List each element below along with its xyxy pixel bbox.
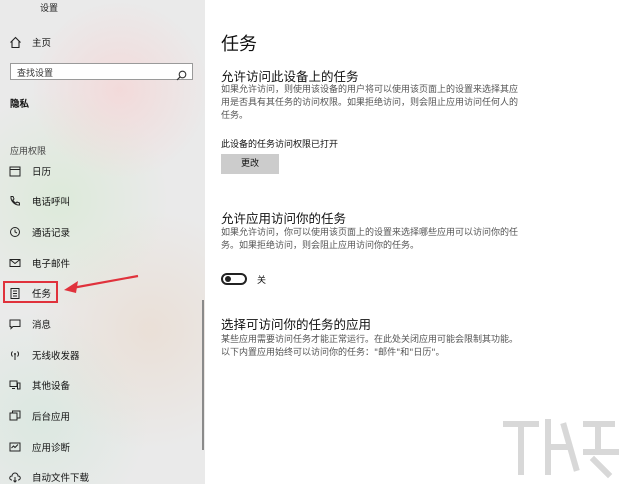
background-apps-icon [8,409,22,423]
cloud-download-icon [8,470,22,484]
sidebar-item-label: 日历 [32,167,52,178]
group-label-app-permissions: 应用权限 [10,147,47,157]
sidebar: 设置 主页 查找设置 隐私 应用权限 日历 电话呼叫 通话记录 电子邮件 任务 … [0,0,205,484]
home-icon [8,35,22,49]
history-icon [8,225,22,239]
sidebar-item-auto-file-downloads[interactable]: 自动文件下载 [0,464,205,484]
diagnostics-icon [8,440,22,454]
sidebar-item-label: 后台应用 [32,412,71,423]
calendar-icon [8,164,22,178]
sidebar-item-messaging[interactable]: 消息 [0,311,205,337]
sidebar-item-call-history[interactable]: 通话记录 [0,219,205,245]
sidebar-item-label: 通话记录 [32,228,71,239]
section-desc-app-access: 如果允许访问，你可以使用该页面上的设置来选择哪些应用可以访问你的任务。如果拒绝访… [221,228,519,251]
sidebar-home-label: 主页 [32,38,52,49]
sidebar-item-label: 应用诊断 [32,443,71,454]
page-title: 任务 [221,34,257,55]
toggle-knob [225,276,231,282]
phone-icon [8,194,22,208]
sidebar-item-app-diagnostics[interactable]: 应用诊断 [0,434,205,460]
sidebar-item-label: 电子邮件 [32,259,71,270]
sidebar-home[interactable]: 主页 [0,29,205,55]
section-title-privacy: 隐私 [10,99,30,110]
search-placeholder: 查找设置 [17,69,54,79]
sidebar-item-label: 其他设备 [32,381,71,392]
change-button[interactable]: 更改 [221,154,279,174]
search-icon[interactable] [176,66,187,85]
section-heading-device-access: 允许访问此设备上的任务 [221,69,359,84]
sidebar-item-calendar[interactable]: 日历 [0,158,205,184]
sidebar-item-label: 自动文件下载 [32,473,90,484]
section-desc-choose-apps: 某些应用需要访问任务才能正常运行。在此处关闭应用可能会限制其功能。以下内置应用始… [221,335,519,358]
sidebar-item-phone[interactable]: 电话呼叫 [0,188,205,214]
section-desc-device-access: 如果允许访问，则使用该设备的用户将可以使用该页面上的设置来选择其应用是否具有其任… [221,85,519,121]
annotation-highlight-box [3,281,58,303]
section-heading-choose-apps: 选择可访问你的任务的应用 [221,317,372,332]
sidebar-item-label: 消息 [32,320,52,331]
app-access-toggle[interactable] [221,273,247,285]
search-input[interactable]: 查找设置 [10,63,193,81]
app-access-toggle-label: 关 [257,276,267,286]
sidebar-item-label: 无线收发器 [32,351,80,362]
sidebar-item-other-devices[interactable]: 其他设备 [0,372,205,398]
sidebar-item-background-apps[interactable]: 后台应用 [0,403,205,429]
sidebar-item-email[interactable]: 电子邮件 [0,250,205,276]
sidebar-item-radios[interactable]: 无线收发器 [0,342,205,368]
message-icon [8,317,22,331]
watermark-logo [503,419,619,479]
device-access-status: 此设备的任务访问权限已打开 [221,140,339,150]
section-heading-app-access: 允许应用访问你的任务 [221,211,347,226]
radio-icon [8,348,22,362]
sidebar-scrollbar[interactable] [202,300,204,450]
sidebar-item-label: 电话呼叫 [32,197,71,208]
mail-icon [8,256,22,270]
devices-icon [8,378,22,392]
window-title: 设置 [40,4,59,14]
